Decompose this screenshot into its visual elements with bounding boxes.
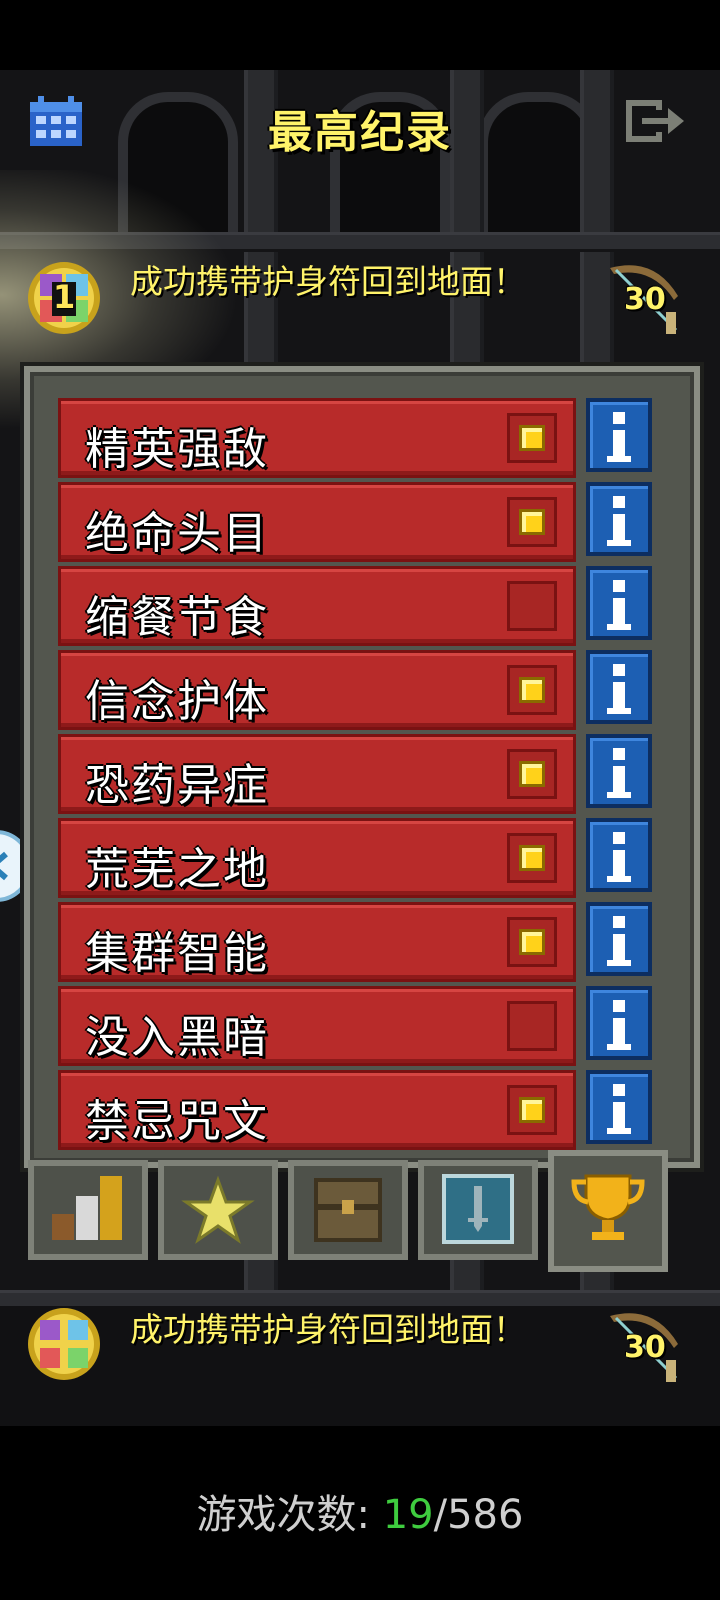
challenge-toggle-button[interactable]: 精英强敌 xyxy=(58,398,576,478)
challenge-row: 缩餐节食 xyxy=(58,566,674,646)
challenge-row: 恐药异症 xyxy=(58,734,674,814)
page-title: 最高纪录 xyxy=(268,107,452,158)
challenge-row: 绝命头目 xyxy=(58,482,674,562)
challenge-checkbox[interactable] xyxy=(507,749,557,799)
challenge-label: 绝命头目 xyxy=(85,508,269,559)
games-won: 19 xyxy=(382,1492,434,1538)
info-icon xyxy=(613,1084,625,1096)
tombstone-icon xyxy=(442,1174,514,1244)
tab-challenges[interactable] xyxy=(548,1150,668,1272)
challenge-checkbox[interactable] xyxy=(507,413,557,463)
check-mark xyxy=(519,1097,545,1123)
record-description: 成功携带护身符回到地面！ xyxy=(130,262,526,301)
stats-bars-icon xyxy=(52,1176,122,1240)
challenge-label: 禁忌咒文 xyxy=(85,1096,269,1147)
tab-rankings[interactable] xyxy=(418,1160,538,1260)
game-screen: 最高纪录 1 成功携带护身符回到地面！ 30 成功携带护身符回到地面！ 30 精… xyxy=(0,0,720,1600)
info-icon xyxy=(613,664,625,676)
record-entry[interactable]: 成功携带护身符回到地面！ 30 xyxy=(0,1298,720,1408)
info-icon xyxy=(613,412,625,424)
challenge-row: 集群智能 xyxy=(58,902,674,982)
tab-journal[interactable] xyxy=(288,1160,408,1260)
info-button[interactable] xyxy=(586,1070,652,1144)
info-button[interactable] xyxy=(586,902,652,976)
challenge-toggle-button[interactable]: 禁忌咒文 xyxy=(58,1070,576,1150)
check-mark xyxy=(519,845,545,871)
info-button[interactable] xyxy=(586,986,652,1060)
challenge-row: 信念护体 xyxy=(58,650,674,730)
check-mark xyxy=(519,509,545,535)
tab-bar xyxy=(28,1150,698,1272)
challenge-toggle-button[interactable]: 恐药异症 xyxy=(58,734,576,814)
challenge-checkbox[interactable] xyxy=(507,917,557,967)
challenges-panel: 精英强敌 绝命头目 缩餐节食 信念护体 恐药异症 荒芜之地 集群智能 没入黑暗 … xyxy=(24,366,700,1168)
record-level: 30 xyxy=(624,282,666,317)
amulet-badge-icon: 1 xyxy=(26,260,102,336)
challenge-label: 恐药异症 xyxy=(85,760,269,811)
info-button[interactable] xyxy=(586,398,652,472)
challenge-label: 信念护体 xyxy=(85,676,269,727)
challenge-row: 精英强敌 xyxy=(58,398,674,478)
challenge-toggle-button[interactable]: 信念护体 xyxy=(58,650,576,730)
chest-icon xyxy=(314,1178,382,1242)
challenge-row: 荒芜之地 xyxy=(58,818,674,898)
rank-number: 1 xyxy=(53,278,76,316)
info-icon xyxy=(613,1000,625,1012)
info-button[interactable] xyxy=(586,734,652,808)
games-label: 游戏次数: xyxy=(196,1492,370,1538)
star-icon xyxy=(181,1175,255,1244)
record-level: 30 xyxy=(624,1330,666,1365)
challenge-toggle-button[interactable]: 集群智能 xyxy=(58,902,576,982)
challenge-checkbox[interactable] xyxy=(507,1001,557,1051)
tab-badges[interactable] xyxy=(158,1160,278,1260)
games-played-counter: 游戏次数: 19/586 xyxy=(0,1482,720,1540)
check-mark xyxy=(519,425,545,451)
check-mark xyxy=(519,929,545,955)
info-icon xyxy=(613,832,625,844)
challenge-toggle-button[interactable]: 缩餐节食 xyxy=(58,566,576,646)
challenge-checkbox[interactable] xyxy=(507,665,557,715)
check-mark xyxy=(519,677,545,703)
check-mark xyxy=(519,761,545,787)
challenge-row: 没入黑暗 xyxy=(58,986,674,1066)
challenge-checkbox[interactable] xyxy=(507,581,557,631)
info-icon xyxy=(613,916,625,928)
challenge-label: 集群智能 xyxy=(85,928,269,979)
challenge-toggle-button[interactable]: 绝命头目 xyxy=(58,482,576,562)
challenge-toggle-button[interactable]: 没入黑暗 xyxy=(58,986,576,1066)
challenge-checkbox[interactable] xyxy=(507,497,557,547)
games-total: 586 xyxy=(447,1492,524,1538)
challenge-label: 没入黑暗 xyxy=(85,1012,269,1063)
exit-icon[interactable] xyxy=(622,96,690,146)
amulet-badge-icon xyxy=(26,1306,102,1382)
tab-stats[interactable] xyxy=(28,1160,148,1260)
challenge-checkbox[interactable] xyxy=(507,833,557,883)
trophy-icon xyxy=(571,1174,645,1240)
info-button[interactable] xyxy=(586,650,652,724)
info-icon xyxy=(613,580,625,592)
games-separator: / xyxy=(433,1492,448,1538)
challenge-checkbox[interactable] xyxy=(507,1085,557,1135)
info-icon xyxy=(613,496,625,508)
record-description: 成功携带护身符回到地面！ xyxy=(130,1310,526,1349)
challenge-label: 荒芜之地 xyxy=(85,844,269,895)
record-entry[interactable]: 1 成功携带护身符回到地面！ 30 xyxy=(0,250,720,360)
info-button[interactable] xyxy=(586,566,652,640)
info-icon xyxy=(613,748,625,760)
challenge-label: 缩餐节食 xyxy=(85,592,269,643)
challenge-row: 禁忌咒文 xyxy=(58,1070,674,1150)
challenge-toggle-button[interactable]: 荒芜之地 xyxy=(58,818,576,898)
info-button[interactable] xyxy=(586,818,652,892)
challenge-label: 精英强敌 xyxy=(85,424,269,475)
info-button[interactable] xyxy=(586,482,652,556)
